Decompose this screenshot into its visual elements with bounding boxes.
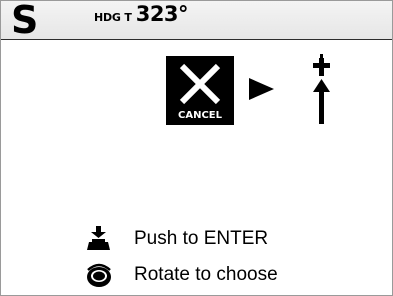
push-enter-text: Push to ENTER: [134, 228, 269, 249]
push-enter-icon: [84, 226, 114, 252]
status-header: S HDG T 323°: [1, 0, 392, 42]
mode-indicator: S: [11, 0, 40, 42]
heading-value: 323°: [135, 2, 189, 26]
heading-label: HDG T: [94, 11, 132, 24]
instruction-push-enter: Push to ENTER: [84, 226, 268, 252]
rotate-choose-text: Rotate to choose: [134, 264, 278, 285]
cancel-button[interactable]: CANCEL: [166, 56, 234, 125]
play-arrow-icon: [249, 78, 274, 100]
cancel-label: CANCEL: [178, 110, 222, 121]
heading-readout: HDG T 323°: [94, 2, 189, 30]
rotate-knob-icon: [84, 262, 114, 288]
instruction-rotate: Rotate to choose: [84, 262, 278, 288]
steer-direction-icon: [313, 54, 330, 124]
